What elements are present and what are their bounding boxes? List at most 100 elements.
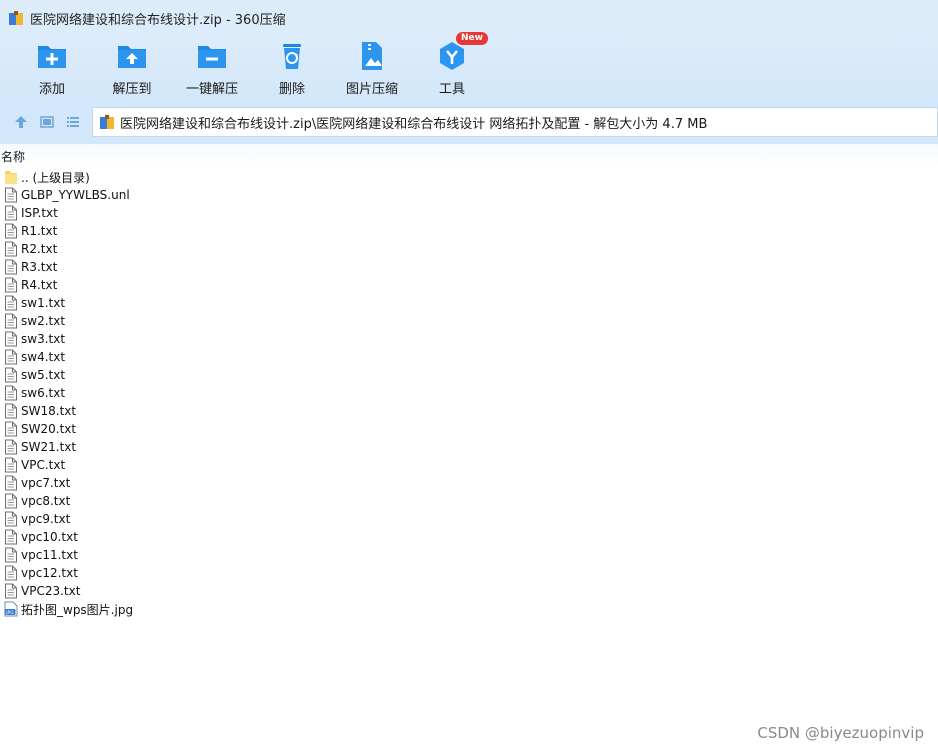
tools-button[interactable]: New 工具 — [412, 32, 492, 100]
file-name: R2.txt — [21, 242, 58, 256]
file-row[interactable]: sw6.txt — [0, 384, 938, 402]
file-row[interactable]: vpc9.txt — [0, 510, 938, 528]
file-row[interactable]: vpc8.txt — [0, 492, 938, 510]
file-row[interactable]: SW20.txt — [0, 420, 938, 438]
file-name: sw4.txt — [21, 350, 66, 364]
text-file-icon — [5, 295, 17, 311]
watermark: CSDN @biyezuopinvip — [757, 724, 924, 742]
column-name-label: 名称 — [1, 149, 26, 164]
thumbnail-view-button[interactable] — [34, 111, 60, 133]
file-row[interactable]: sw1.txt — [0, 294, 938, 312]
svg-text:JPG: JPG — [5, 610, 14, 616]
file-row[interactable]: SW18.txt — [0, 402, 938, 420]
window-title: 医院网络建设和综合布线设计.zip - 360压缩 — [30, 12, 286, 28]
address-bar: 医院网络建设和综合布线设计.zip\医院网络建设和综合布线设计 网络拓扑及配置 … — [0, 100, 938, 144]
image-compress-button[interactable]: 图片压缩 — [332, 36, 412, 100]
text-file-icon — [5, 259, 17, 275]
file-name: sw1.txt — [21, 296, 66, 310]
text-file-icon — [5, 241, 17, 257]
file-name: SW21.txt — [21, 440, 77, 454]
text-file-icon — [5, 385, 17, 401]
file-list: .. (上级目录) GLBP_YYWLBS.unl ISP.txt R1.txt R2.… — [0, 168, 938, 618]
path-field[interactable]: 医院网络建设和综合布线设计.zip\医院网络建设和综合布线设计 网络拓扑及配置 … — [92, 107, 938, 137]
one-click-extract-label: 一键解压 — [185, 82, 238, 97]
file-row[interactable]: sw3.txt — [0, 330, 938, 348]
text-file-icon — [5, 331, 17, 347]
jpg-file-icon: JPG — [4, 601, 18, 617]
thumbnail-view-icon — [40, 116, 54, 128]
tools-label: 工具 — [438, 82, 465, 97]
extract-to-button[interactable]: 解压到 — [92, 36, 172, 100]
text-file-icon — [5, 421, 17, 437]
text-file-icon — [5, 439, 17, 455]
zip-archive-icon — [8, 10, 24, 26]
file-row[interactable]: R4.txt — [0, 276, 938, 294]
text-file-icon — [5, 277, 17, 293]
text-file-icon — [5, 547, 17, 563]
file-name: R1.txt — [21, 224, 58, 238]
up-level-button[interactable] — [8, 111, 34, 133]
file-name: R3.txt — [21, 260, 58, 274]
file-row[interactable]: GLBP_YYWLBS.unl — [0, 186, 938, 204]
file-row[interactable]: sw5.txt — [0, 366, 938, 384]
file-name: ISP.txt — [21, 206, 58, 220]
file-name: vpc11.txt — [21, 548, 78, 562]
file-name: vpc7.txt — [21, 476, 71, 490]
file-row[interactable]: VPC23.txt — [0, 582, 938, 600]
file-row[interactable]: ISP.txt — [0, 204, 938, 222]
add-label: 添加 — [38, 82, 65, 97]
file-name: vpc9.txt — [21, 512, 71, 526]
file-row[interactable]: VPC.txt — [0, 456, 938, 474]
file-name: 拓扑图_wps图片.jpg — [21, 602, 134, 617]
add-button[interactable]: 添加 — [12, 36, 92, 100]
file-row[interactable]: sw2.txt — [0, 312, 938, 330]
file-name: VPC.txt — [21, 458, 66, 472]
text-file-icon — [5, 313, 17, 329]
text-file-icon — [5, 529, 17, 545]
column-header-name[interactable]: 名称 — [0, 144, 938, 168]
file-row[interactable]: vpc12.txt — [0, 564, 938, 582]
file-row[interactable]: sw4.txt — [0, 348, 938, 366]
toolbar: 添加 解压到 一键解压 删除 图片压缩 New 工具 — [0, 32, 938, 100]
file-row[interactable]: R2.txt — [0, 240, 938, 258]
file-name: SW20.txt — [21, 422, 77, 436]
file-row[interactable]: vpc7.txt — [0, 474, 938, 492]
text-file-icon — [5, 565, 17, 581]
image-compress-icon — [362, 42, 382, 70]
text-file-icon — [5, 349, 17, 365]
delete-icon — [283, 44, 301, 69]
list-view-button[interactable] — [60, 111, 86, 133]
image-compress-label: 图片压缩 — [345, 82, 398, 97]
file-name: R4.txt — [21, 278, 58, 292]
title-bar: 医院网络建设和综合布线设计.zip - 360压缩 — [0, 0, 938, 36]
file-name: VPC23.txt — [21, 584, 81, 598]
extract-to-icon — [118, 46, 146, 68]
text-file-icon — [5, 367, 17, 383]
text-file-icon — [5, 205, 17, 221]
file-row[interactable]: vpc11.txt — [0, 546, 938, 564]
extract-to-label: 解压到 — [112, 82, 152, 97]
arrow-up-icon — [15, 116, 27, 128]
text-file-icon — [5, 511, 17, 527]
delete-button[interactable]: 删除 — [252, 36, 332, 100]
one-click-extract-button[interactable]: 一键解压 — [172, 36, 252, 100]
one-click-extract-icon — [198, 46, 226, 68]
delete-label: 删除 — [278, 82, 305, 97]
file-name: SW18.txt — [21, 404, 77, 418]
file-name: sw6.txt — [21, 386, 66, 400]
text-file-icon — [5, 187, 17, 203]
file-name: vpc12.txt — [21, 566, 78, 580]
file-row[interactable]: vpc10.txt — [0, 528, 938, 546]
file-row[interactable]: SW21.txt — [0, 438, 938, 456]
text-file-icon — [5, 475, 17, 491]
file-row[interactable]: R1.txt — [0, 222, 938, 240]
parent-directory-row[interactable]: .. (上级目录) — [0, 168, 938, 186]
file-name: vpc8.txt — [21, 494, 71, 508]
file-name: sw2.txt — [21, 314, 66, 328]
file-row[interactable]: R3.txt — [0, 258, 938, 276]
file-row[interactable]: JPG 拓扑图_wps图片.jpg — [0, 600, 938, 618]
new-badge: New — [456, 32, 488, 45]
text-file-icon — [5, 583, 17, 599]
file-name: vpc10.txt — [21, 530, 78, 544]
text-file-icon — [5, 403, 17, 419]
